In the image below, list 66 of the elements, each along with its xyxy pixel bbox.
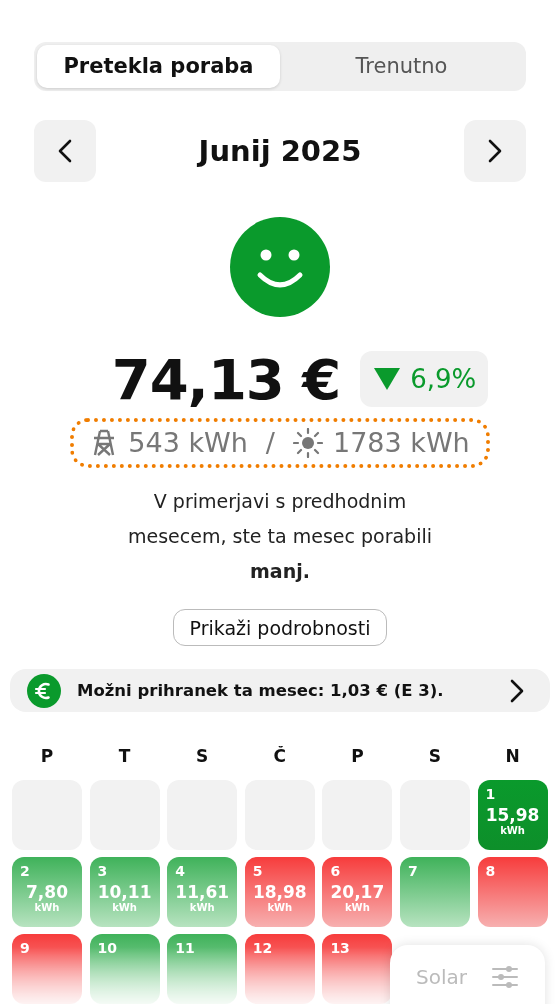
month-title: Junij 2025 bbox=[198, 133, 362, 168]
sun-icon bbox=[292, 428, 323, 458]
previous-button[interactable] bbox=[34, 119, 96, 182]
weekday-label: N bbox=[504, 746, 521, 766]
change-percent: 6,9% bbox=[410, 364, 477, 395]
usage-unit: kWh bbox=[189, 901, 215, 913]
day-cell[interactable]: 4 11,61 kWh bbox=[167, 857, 238, 927]
weekday-label: T bbox=[117, 746, 132, 766]
day-number: 5 bbox=[252, 863, 263, 879]
savings-text: Možni prihranek ta mesec: 1,03 € (E 3). bbox=[77, 681, 445, 701]
day-cell[interactable]: 10 bbox=[89, 934, 160, 1004]
day-number: 7 bbox=[407, 863, 418, 879]
weekday-label: S bbox=[195, 746, 210, 766]
day-usage: 11,61 bbox=[175, 883, 230, 902]
day-cell[interactable]: 12 bbox=[244, 934, 315, 1004]
sliders-icon bbox=[491, 965, 519, 989]
chevron-left-icon bbox=[58, 138, 72, 163]
day-cell[interactable]: 2 7,80 kWh bbox=[12, 857, 82, 927]
day-number: 6 bbox=[330, 863, 341, 879]
day-number: 9 bbox=[20, 940, 30, 956]
day-usage: 18,98 bbox=[252, 883, 307, 902]
day-number: 3 bbox=[97, 863, 108, 879]
usage-unit: kWh bbox=[34, 901, 60, 913]
usage-unit: kWh bbox=[500, 824, 525, 836]
tab[interactable]: Pretekla poraba bbox=[37, 45, 280, 88]
day-cell[interactable]: 9 bbox=[12, 934, 82, 1004]
day-number: 4 bbox=[175, 863, 185, 879]
details-button[interactable]: Prikaži podrobnosti bbox=[172, 609, 388, 647]
day-number: 1 bbox=[485, 786, 496, 802]
weekday-label: P bbox=[350, 746, 365, 766]
day-number: 10 bbox=[97, 940, 118, 956]
day-number: 13 bbox=[330, 940, 350, 956]
comparison-text: V primerjavi s predhodnim mesecem, ste ta mesec porabili manj. bbox=[127, 489, 433, 585]
usage-unit: kWh bbox=[344, 901, 370, 913]
weekday-label: S bbox=[427, 746, 443, 766]
day-usage: 10,11 bbox=[97, 883, 152, 902]
weekday-label: P bbox=[39, 746, 55, 766]
day-cell[interactable]: 6 20,17 kWh bbox=[322, 857, 393, 927]
grid-energy: 543 kWh bbox=[128, 427, 248, 459]
solar-energy: 1783 kWh bbox=[332, 427, 470, 459]
day-usage: 7,80 bbox=[26, 883, 68, 902]
day-usage: 20,17 bbox=[330, 883, 385, 902]
day-cell[interactable]: 5 18,98 kWh bbox=[244, 857, 315, 927]
day-number: 11 bbox=[175, 940, 195, 956]
solar-filter-button[interactable]: Solar bbox=[390, 945, 545, 1004]
day-cell[interactable]: 7 bbox=[399, 857, 470, 927]
total-amount: 74,13 € bbox=[111, 346, 341, 412]
chevron-right-icon bbox=[488, 138, 502, 163]
day-cell[interactable]: 11 bbox=[167, 934, 238, 1004]
separator: / bbox=[265, 427, 275, 459]
next-button[interactable] bbox=[464, 119, 526, 182]
day-cell[interactable]: 3 10,11 kWh bbox=[89, 857, 160, 927]
day-cell[interactable]: 8 bbox=[477, 857, 548, 927]
usage-unit: kWh bbox=[112, 901, 137, 913]
savings-banner[interactable]: Možni prihranek ta mesec: 1,03 € (E 3). bbox=[10, 669, 550, 712]
day-usage: 15,98 bbox=[485, 806, 540, 825]
chevron-right-icon bbox=[510, 678, 524, 703]
tab[interactable]: Trenutno bbox=[280, 45, 523, 88]
day-number: 8 bbox=[485, 863, 496, 879]
weekday-label: Č bbox=[272, 746, 287, 766]
usage-unit: kWh bbox=[267, 901, 293, 913]
day-number: 2 bbox=[20, 863, 30, 879]
euro-icon bbox=[27, 673, 61, 708]
day-number: 12 bbox=[252, 940, 273, 956]
day-cell[interactable]: 13 bbox=[322, 934, 393, 1004]
day-cell[interactable]: 1 15,98 kWh bbox=[477, 780, 548, 850]
